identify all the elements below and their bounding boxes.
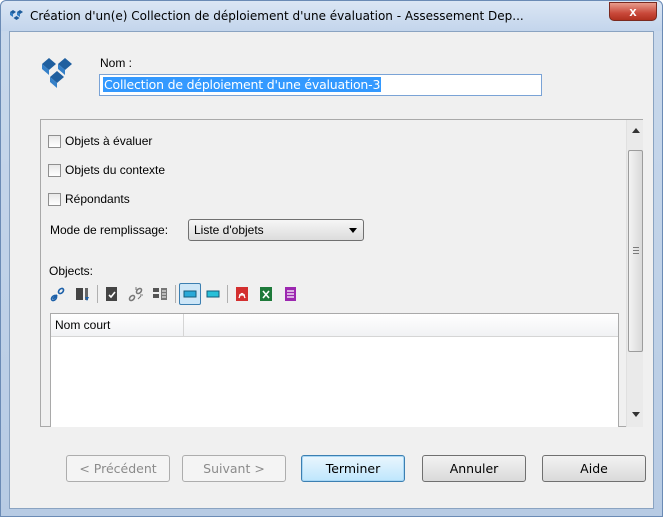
checkbox-context-objects[interactable]: Objets du contexte: [48, 162, 165, 178]
objects-toolbar: [49, 283, 389, 305]
close-button[interactable]: x: [609, 2, 657, 21]
toolbar-separator: [97, 285, 98, 303]
checkbox-label: Objets à évaluer: [65, 134, 153, 148]
scroll-thumb[interactable]: [628, 150, 643, 352]
vertical-scrollbar[interactable]: [626, 120, 643, 427]
fill-mode-label: Mode de remplissage:: [50, 223, 169, 237]
checkbox-respondents[interactable]: Répondants: [48, 191, 130, 207]
cancel-button[interactable]: Annuler: [422, 455, 526, 482]
grip-line: [633, 250, 639, 251]
pdf-icon[interactable]: [233, 285, 251, 303]
move-down-icon[interactable]: [74, 285, 92, 303]
next-button[interactable]: Suivant >: [182, 455, 286, 482]
previous-button[interactable]: < Précédent: [66, 455, 170, 482]
help-button[interactable]: Aide: [542, 455, 646, 482]
fill-mode-dropdown[interactable]: Liste d'objets: [188, 219, 364, 241]
objects-list[interactable]: Nom court: [50, 313, 619, 427]
scroll-down-icon[interactable]: [632, 412, 640, 417]
select-all-toggle[interactable]: [179, 283, 201, 305]
checkbox-label: Répondants: [65, 192, 130, 206]
checkbox-label: Objets du contexte: [65, 163, 166, 177]
select-all-icon: [183, 290, 197, 298]
checkbox-objects-to-evaluate[interactable]: Objets à évaluer: [48, 133, 152, 149]
options-panel: Objets à évaluer Objets du contexte Répo…: [40, 119, 643, 427]
grip-line: [633, 253, 639, 254]
checkbox-box[interactable]: [48, 134, 61, 148]
document-icon[interactable]: [281, 285, 299, 303]
name-label: Nom :: [100, 56, 133, 70]
window-title: Création d'un(e) Collection de déploieme…: [30, 9, 524, 23]
toolbar-separator: [175, 285, 176, 303]
properties-icon[interactable]: [103, 285, 121, 303]
objects-label: Objects:: [49, 264, 94, 278]
collection-icon: [42, 58, 72, 88]
dialog-body: Nom : Collection de déploiement d'une év…: [9, 31, 654, 509]
column-header-short-name[interactable]: Nom court: [51, 314, 184, 337]
checkbox-box[interactable]: [48, 163, 61, 177]
list-header: Nom court: [51, 314, 618, 337]
name-input[interactable]: Collection de déploiement d'une évaluati…: [99, 74, 542, 96]
chevron-down-icon: [349, 228, 357, 233]
fill-mode-selected: Liste d'objets: [194, 223, 264, 237]
unlink-icon[interactable]: [127, 285, 145, 303]
import-icon[interactable]: [151, 285, 169, 303]
excel-icon[interactable]: [257, 285, 275, 303]
deselect-icon[interactable]: [204, 285, 222, 303]
checkbox-box[interactable]: [48, 192, 61, 206]
name-input-value: Collection de déploiement d'une évaluati…: [103, 77, 382, 92]
title-bar[interactable]: Création d'un(e) Collection de déploieme…: [1, 1, 662, 31]
link-icon[interactable]: [49, 285, 67, 303]
finish-button[interactable]: Terminer: [301, 455, 405, 482]
app-logo-icon: [10, 10, 23, 20]
scroll-up-icon[interactable]: [632, 128, 640, 133]
dialog-window: Création d'un(e) Collection de déploieme…: [0, 0, 663, 517]
toolbar-separator: [227, 285, 228, 303]
grip-line: [633, 247, 639, 248]
